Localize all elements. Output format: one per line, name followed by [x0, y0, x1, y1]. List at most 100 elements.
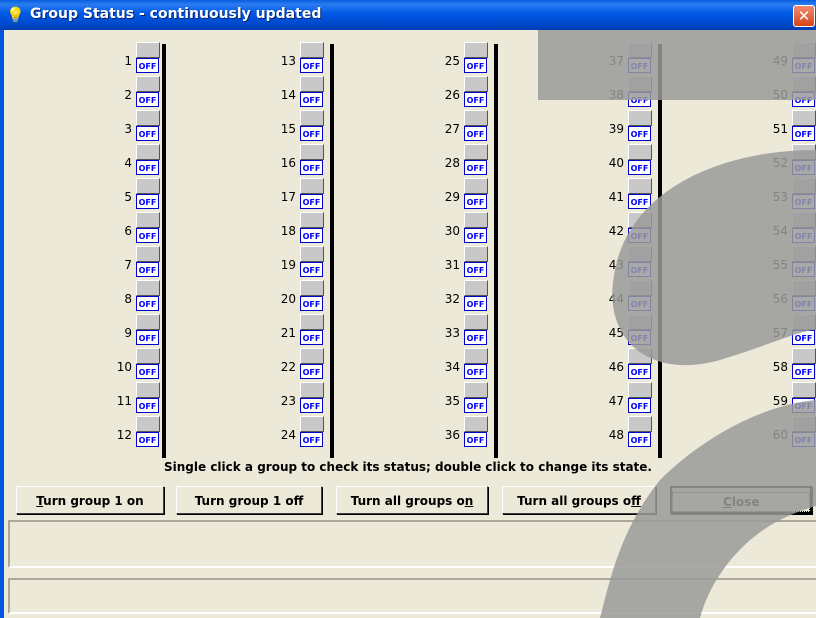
group-toggle-button[interactable]: OFF: [628, 348, 652, 380]
group-toggle-button[interactable]: OFF: [464, 144, 488, 176]
group-toggle-button[interactable]: OFF: [792, 416, 816, 448]
group-item[interactable]: 18 OFF: [256, 210, 326, 244]
group-item[interactable]: 34 OFF: [420, 346, 490, 380]
group-item[interactable]: 19 OFF: [256, 244, 326, 278]
group-item[interactable]: 36 OFF: [420, 414, 490, 448]
group-item[interactable]: 57 OFF: [748, 312, 816, 346]
group-toggle-button[interactable]: OFF: [792, 42, 816, 74]
group-item[interactable]: 56 OFF: [748, 278, 816, 312]
group-item[interactable]: 13 OFF: [256, 40, 326, 74]
group-toggle-button[interactable]: OFF: [792, 382, 816, 414]
group-item[interactable]: 53 OFF: [748, 176, 816, 210]
group-toggle-button[interactable]: OFF: [300, 144, 324, 176]
group-toggle-button[interactable]: OFF: [464, 110, 488, 142]
group-item[interactable]: 44 OFF: [584, 278, 654, 312]
group-toggle-button[interactable]: OFF: [792, 280, 816, 312]
turn-all-groups-off-button[interactable]: Turn all groups off: [502, 486, 656, 514]
group-item[interactable]: 42 OFF: [584, 210, 654, 244]
group-item[interactable]: 25 OFF: [420, 40, 490, 74]
group-toggle-button[interactable]: OFF: [300, 382, 324, 414]
group-toggle-button[interactable]: OFF: [464, 42, 488, 74]
group-item[interactable]: 28 OFF: [420, 142, 490, 176]
title-bar[interactable]: 💡 Group Status - continuously updated ✕: [0, 0, 816, 30]
group-item[interactable]: 40 OFF: [584, 142, 654, 176]
group-item[interactable]: 15 OFF: [256, 108, 326, 142]
close-window-button[interactable]: ✕: [793, 5, 815, 27]
group-item[interactable]: 17 OFF: [256, 176, 326, 210]
group-item[interactable]: 48 OFF: [584, 414, 654, 448]
group-toggle-button[interactable]: OFF: [464, 416, 488, 448]
group-toggle-button[interactable]: OFF: [792, 246, 816, 278]
turn-group-off-button[interactable]: Turn group 1 off: [176, 486, 322, 514]
group-toggle-button[interactable]: OFF: [464, 382, 488, 414]
group-item[interactable]: 27 OFF: [420, 108, 490, 142]
group-toggle-button[interactable]: OFF: [628, 144, 652, 176]
group-item[interactable]: 21 OFF: [256, 312, 326, 346]
group-toggle-button[interactable]: OFF: [792, 110, 816, 142]
group-item[interactable]: 45 OFF: [584, 312, 654, 346]
group-toggle-button[interactable]: OFF: [300, 280, 324, 312]
group-item[interactable]: 35 OFF: [420, 380, 490, 414]
group-item[interactable]: 60 OFF: [748, 414, 816, 448]
group-toggle-button[interactable]: OFF: [300, 212, 324, 244]
group-toggle-button[interactable]: OFF: [300, 348, 324, 380]
group-item[interactable]: 29 OFF: [420, 176, 490, 210]
group-toggle-button[interactable]: OFF: [628, 314, 652, 346]
group-item[interactable]: 39 OFF: [584, 108, 654, 142]
group-toggle-button[interactable]: OFF: [464, 212, 488, 244]
group-toggle-button[interactable]: OFF: [628, 178, 652, 210]
group-toggle-button[interactable]: OFF: [300, 416, 324, 448]
group-item[interactable]: 24 OFF: [256, 414, 326, 448]
group-toggle-button[interactable]: OFF: [464, 348, 488, 380]
group-item[interactable]: 55 OFF: [748, 244, 816, 278]
group-item[interactable]: 31 OFF: [420, 244, 490, 278]
group-item[interactable]: 33 OFF: [420, 312, 490, 346]
turn-group-on-button[interactable]: Turn group 1 on: [16, 486, 164, 514]
group-item[interactable]: 50 OFF: [748, 74, 816, 108]
group-item[interactable]: 49 OFF: [748, 40, 816, 74]
group-toggle-button[interactable]: OFF: [464, 178, 488, 210]
group-item[interactable]: 26 OFF: [420, 74, 490, 108]
group-item[interactable]: 23 OFF: [256, 380, 326, 414]
group-toggle-button[interactable]: OFF: [464, 76, 488, 108]
group-toggle-button[interactable]: OFF: [628, 280, 652, 312]
group-toggle-button[interactable]: OFF: [792, 144, 816, 176]
group-toggle-button[interactable]: OFF: [628, 416, 652, 448]
group-item[interactable]: 54 OFF: [748, 210, 816, 244]
group-toggle-button[interactable]: OFF: [628, 42, 652, 74]
group-toggle-button[interactable]: OFF: [300, 178, 324, 210]
group-toggle-button[interactable]: OFF: [792, 348, 816, 380]
group-toggle-button[interactable]: OFF: [464, 246, 488, 278]
group-item[interactable]: 30 OFF: [420, 210, 490, 244]
group-item[interactable]: 58 OFF: [748, 346, 816, 380]
group-item[interactable]: 41 OFF: [584, 176, 654, 210]
group-item[interactable]: 51 OFF: [748, 108, 816, 142]
group-toggle-button[interactable]: OFF: [464, 314, 488, 346]
group-toggle-button[interactable]: OFF: [300, 42, 324, 74]
group-toggle-button[interactable]: OFF: [628, 76, 652, 108]
group-item[interactable]: 20 OFF: [256, 278, 326, 312]
group-toggle-button[interactable]: OFF: [792, 314, 816, 346]
group-toggle-button[interactable]: OFF: [628, 110, 652, 142]
group-toggle-button[interactable]: OFF: [792, 212, 816, 244]
group-toggle-button[interactable]: OFF: [300, 314, 324, 346]
group-item[interactable]: 47 OFF: [584, 380, 654, 414]
group-toggle-button[interactable]: OFF: [464, 280, 488, 312]
group-toggle-button[interactable]: OFF: [792, 178, 816, 210]
group-item[interactable]: 59 OFF: [748, 380, 816, 414]
group-item[interactable]: 37 OFF: [584, 40, 654, 74]
group-toggle-button[interactable]: OFF: [300, 246, 324, 278]
group-item[interactable]: 16 OFF: [256, 142, 326, 176]
group-toggle-button[interactable]: OFF: [628, 246, 652, 278]
group-toggle-button[interactable]: OFF: [300, 76, 324, 108]
group-item[interactable]: 46 OFF: [584, 346, 654, 380]
group-item[interactable]: 22 OFF: [256, 346, 326, 380]
group-item[interactable]: 14 OFF: [256, 74, 326, 108]
group-toggle-button[interactable]: OFF: [300, 110, 324, 142]
group-toggle-button[interactable]: OFF: [792, 76, 816, 108]
group-item[interactable]: 43 OFF: [584, 244, 654, 278]
group-item[interactable]: 32 OFF: [420, 278, 490, 312]
group-toggle-button[interactable]: OFF: [628, 382, 652, 414]
group-item[interactable]: 52 OFF: [748, 142, 816, 176]
group-toggle-button[interactable]: OFF: [628, 212, 652, 244]
